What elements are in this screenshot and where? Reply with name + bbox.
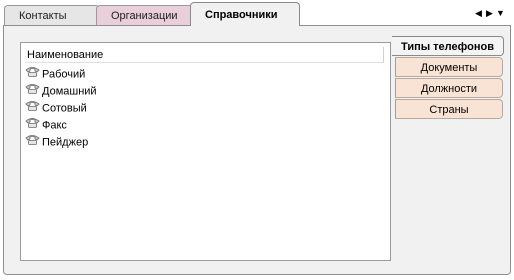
list-item-label: Сотовый [42,102,87,115]
list-item[interactable]: Сотовый [25,100,87,117]
side-tab-phone-types[interactable]: Типы телефонов [392,36,504,56]
list-item[interactable]: Домашний [25,83,97,100]
scroll-left-icon[interactable]: ◀ [473,8,484,19]
phone-icon [25,100,40,117]
top-tab-bar: Контакты Организации Справочники ◀ ▶ ▼ [0,0,514,26]
list-item[interactable]: Факс [25,117,67,134]
list-item[interactable]: Рабочий [25,66,85,83]
tab-contacts[interactable]: Контакты [4,5,100,25]
tab-menu-icon[interactable]: ▼ [495,8,506,18]
side-tab-countries[interactable]: Страны [395,99,503,119]
phone-icon [25,117,40,134]
phone-types-list[interactable]: Наименование Рабочий Домашний Сотовый Фа… [20,42,391,261]
list-item[interactable]: Пейджер [25,134,88,151]
tab-organizations[interactable]: Организации [96,5,194,25]
list-item-label: Рабочий [42,68,86,81]
tab-navigation: ◀ ▶ ▼ [473,8,506,20]
scroll-right-icon[interactable]: ▶ [484,8,495,19]
column-header-name[interactable]: Наименование [25,47,384,63]
tab-references[interactable]: Справочники [190,2,300,26]
list-item-label: Пейджер [42,136,89,149]
phone-icon [25,83,40,100]
list-item-label: Факс [42,119,67,132]
phone-icon [25,134,40,151]
list-item-label: Домашний [42,85,97,98]
phone-icon [25,66,40,83]
side-tab-positions[interactable]: Должности [395,78,503,98]
references-panel: Наименование Рабочий Домашний Сотовый Фа… [3,25,511,275]
side-tab-documents[interactable]: Документы [395,57,503,77]
